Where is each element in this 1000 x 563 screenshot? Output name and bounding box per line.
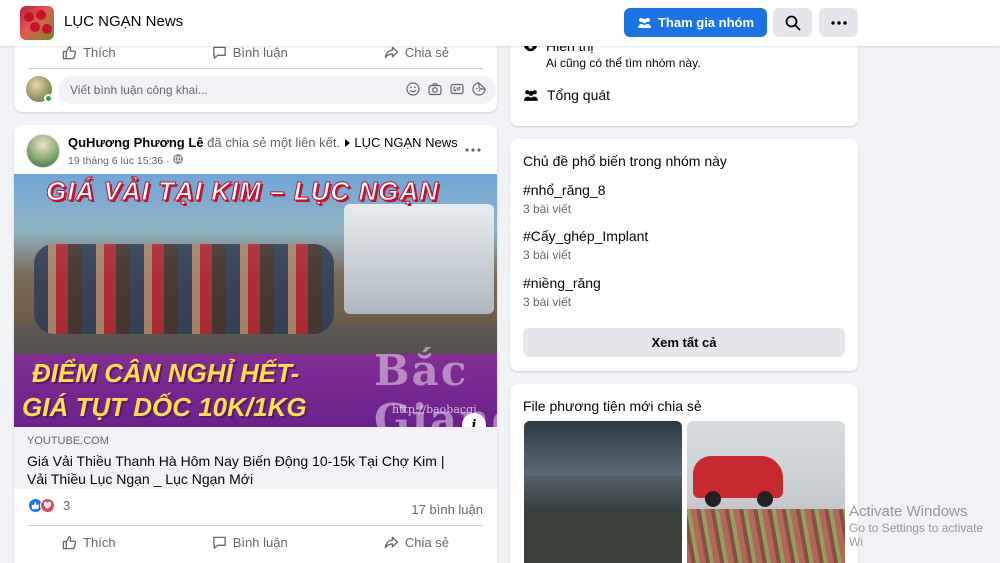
post-header: QuHương Phương Lê đã chia sẻ một liên kế…: [68, 135, 468, 150]
thumbnail-headline: GIÁ VẢI TẠI KIM – LỤC NGẠN: [46, 176, 439, 207]
poster-avatar[interactable]: [26, 134, 60, 168]
activation-subtitle: Go to Settings to activate Wi: [849, 521, 984, 549]
comment-input-tools: [406, 82, 486, 96]
link-preview[interactable]: YOUTUBE.COM Giá Vải Thiều Thanh Hà Hôm N…: [14, 427, 497, 489]
join-group-button[interactable]: Tham gia nhóm: [624, 8, 767, 37]
poster-name[interactable]: QuHương Phương Lê: [68, 135, 204, 150]
divider: [28, 68, 483, 69]
group-cover-thumbnail[interactable]: [20, 6, 54, 40]
more-options-button[interactable]: [819, 8, 858, 37]
group-link[interactable]: LỤC NGẠN News: [354, 135, 457, 150]
thumbnail-caption-line1: ĐIỂM CÂN NGHỈ HẾT-: [32, 358, 300, 388]
share-button[interactable]: Chia sẻ: [384, 535, 449, 550]
comment-icon: [212, 536, 226, 549]
share-button[interactable]: Chia sẻ: [384, 45, 449, 60]
visibility-description: Ai cũng có thể tìm nhóm này.: [546, 56, 701, 70]
photo-plants: [687, 509, 845, 563]
photo-car-wheel: [757, 491, 773, 507]
divider: [28, 525, 483, 526]
media-title: File phương tiện mới chia sẻ: [523, 398, 702, 414]
post-action-bar: Thích Bình luận Chia sẻ: [14, 535, 497, 550]
media-photo[interactable]: [524, 421, 682, 563]
comment-button[interactable]: Bình luận: [212, 45, 288, 60]
share-icon: [384, 536, 399, 549]
popular-topics-card: Chủ đề phổ biến trong nhóm này #nhổ_răng…: [510, 139, 858, 371]
media-photo[interactable]: [687, 421, 845, 563]
general-row[interactable]: Tổng quát: [523, 87, 610, 103]
more-icon: [465, 148, 481, 152]
reaction-summary[interactable]: 3: [28, 498, 70, 513]
topic-post-count: 3 bài viết: [523, 248, 572, 262]
activation-title: Activate Windows: [849, 503, 968, 520]
like-label: Thích: [83, 535, 116, 550]
search-button[interactable]: [773, 8, 812, 37]
caret-right-icon: [344, 139, 350, 147]
thumbnail-crowd: [34, 244, 334, 334]
topic-post-count: 3 bài viết: [523, 202, 572, 216]
general-label: Tổng quát: [547, 87, 611, 103]
comment-composer: Viết bình luận công khai...: [26, 76, 496, 104]
link-title: Giá Vải Thiều Thanh Hà Hôm Nay Biến Động…: [27, 453, 445, 487]
comment-input[interactable]: Viết bình luận công khai...: [58, 76, 496, 104]
group-name[interactable]: LỤC NGẠN News: [64, 13, 183, 30]
love-reaction-icon: [40, 498, 55, 513]
topic-tag[interactable]: #niềng_răng: [523, 275, 601, 291]
group-header-bar: LỤC NGẠN News Tham gia nhóm: [0, 0, 1000, 46]
photo-sky: [524, 421, 682, 476]
comment-button[interactable]: Bình luận: [212, 535, 288, 550]
globe-icon: [172, 154, 183, 164]
windows-activation-watermark: Activate Windows Go to Settings to activ…: [849, 503, 1000, 549]
photo-car-wheel: [705, 491, 721, 507]
topics-title: Chủ đề phổ biến trong nhóm này: [523, 153, 727, 169]
thumbs-up-icon: [62, 536, 77, 550]
post-action-bar: Thích Bình luận Chia sẻ: [14, 45, 497, 60]
comment-label: Bình luận: [232, 535, 288, 550]
thumbs-up-icon: [62, 46, 77, 60]
emoji-icon[interactable]: [406, 82, 420, 96]
photo-ground: [524, 511, 682, 563]
topic-tag[interactable]: #nhổ_răng_8: [523, 182, 606, 198]
search-icon: [785, 15, 800, 30]
video-thumbnail[interactable]: GIÁ VẢI TẠI KIM – LỤC NGẠN ĐIỂM CÂN NGHỈ…: [14, 174, 497, 427]
more-icon: [830, 20, 847, 25]
topic-tag[interactable]: #Cấy_ghép_Implant: [523, 228, 648, 244]
group-icon: [524, 89, 538, 101]
see-all-topics-button[interactable]: Xem tất cả: [523, 328, 845, 357]
shared-link-post-card: QuHương Phương Lê đã chia sẻ một liên kế…: [14, 125, 497, 563]
thumbnail-caption-line2: GIÁ TỤT DỐC 10K/1KG: [22, 392, 307, 422]
link-domain: YOUTUBE.COM: [27, 435, 109, 447]
topic-post-count: 3 bài viết: [523, 295, 572, 309]
comment-count[interactable]: 17 bình luận: [411, 502, 483, 517]
recent-media-card: File phương tiện mới chia sẻ: [510, 384, 858, 563]
post-action-text: đã chia sẻ một liên kết.: [207, 135, 341, 150]
thumbnail-watermark-url: http://baobacgi: [392, 403, 477, 416]
share-label: Chia sẻ: [404, 535, 449, 550]
post-time: 19 tháng 6 lúc 15:36 ·: [68, 155, 170, 167]
post-options-button[interactable]: [465, 139, 481, 157]
thumbnail-truck: [344, 204, 494, 314]
comment-label: Bình luận: [232, 45, 288, 60]
post-timestamp[interactable]: 19 tháng 6 lúc 15:36 ·: [68, 154, 183, 167]
group-icon: [637, 17, 651, 28]
like-button[interactable]: Thích: [62, 45, 116, 60]
like-label: Thích: [83, 45, 116, 60]
share-label: Chia sẻ: [404, 45, 449, 60]
reaction-count: 3: [63, 498, 71, 513]
camera-icon[interactable]: [428, 82, 442, 96]
gif-icon[interactable]: [450, 82, 464, 96]
sticker-icon[interactable]: [472, 82, 486, 96]
online-status-dot: [44, 94, 53, 103]
share-icon: [384, 46, 399, 59]
like-button[interactable]: Thích: [62, 535, 116, 550]
join-group-label: Tham gia nhóm: [657, 15, 755, 30]
comment-placeholder: Viết bình luận công khai...: [70, 83, 208, 97]
comment-icon: [212, 46, 226, 59]
